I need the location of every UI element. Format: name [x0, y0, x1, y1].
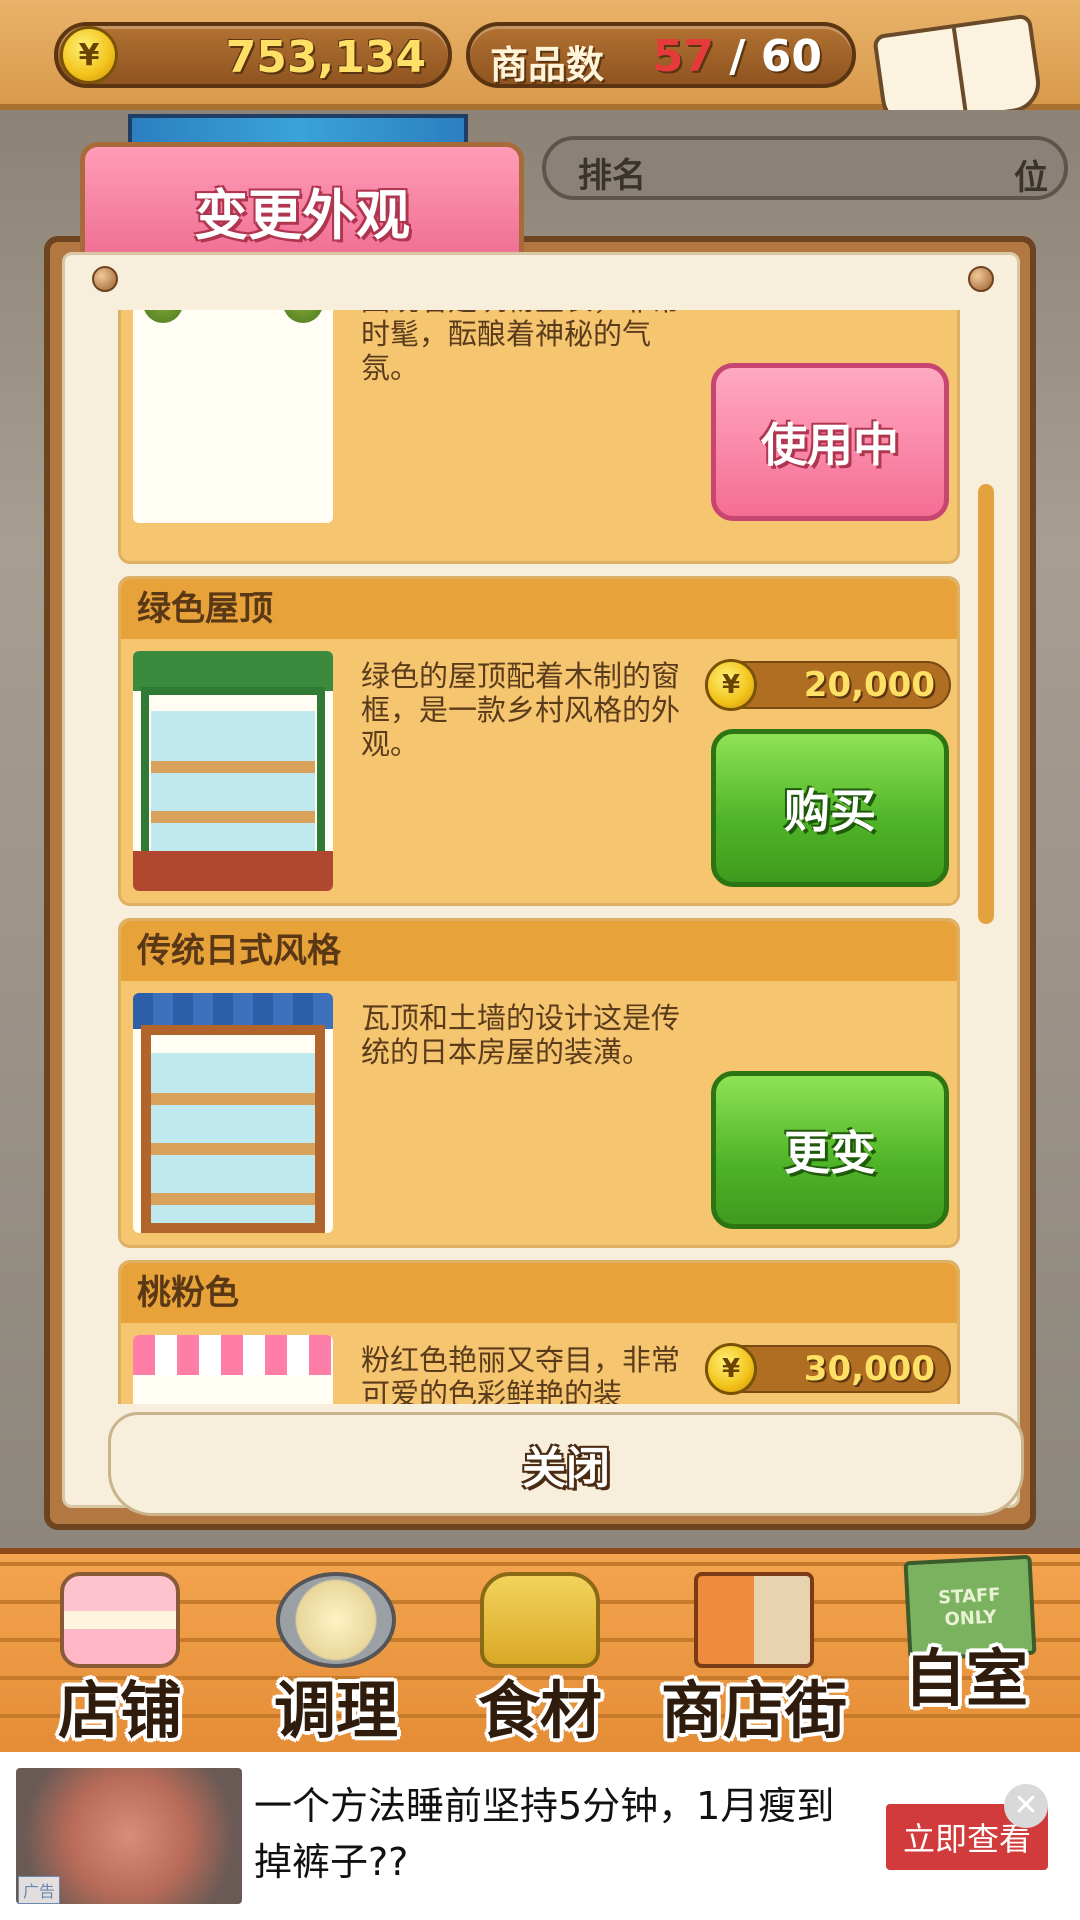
item-name: 传统日式风格 — [121, 921, 957, 981]
nav-label: 店铺 — [57, 1674, 182, 1747]
list-item: 绿色屋顶 绿色的屋顶配着木制的窗框，是一款乡村风格的外观。 ¥ 20,000 购… — [118, 576, 960, 906]
mixing-bowl-icon — [276, 1572, 396, 1668]
tile-roof-icon — [133, 993, 333, 1029]
goods-label: 商品数 — [490, 43, 605, 87]
list-item: 传统日式风格 瓦顶和土墙的设计这是传统的日本房屋的装潢。 更变 — [118, 918, 960, 1248]
shelf — [151, 811, 315, 823]
ad-text: 一个方法睡前坚持5分钟，1月瘦到掉裤子?? — [254, 1784, 835, 1884]
nav-ingredients[interactable]: 食材 — [440, 1554, 640, 1758]
pin-icon — [968, 266, 994, 292]
flour-sack-icon — [480, 1572, 600, 1668]
ivy-shop-thumbnail — [133, 310, 333, 523]
goods-count: 57 / 60 — [653, 31, 822, 82]
item-description: 粉红色艳丽又夺目，非常可爱的色彩鲜艳的装 — [361, 1343, 681, 1404]
item-description: 绿色的屋顶配着木制的窗框，是一款乡村风格的外观。 — [361, 659, 681, 761]
item-description: 瓦顶和土墙的设计这是传统的日本房屋的装潢。 — [361, 1001, 681, 1069]
nav-label: 商店街 — [660, 1674, 847, 1747]
ranking-unit: 位 — [1014, 158, 1048, 198]
appearance-list[interactable]: 围绕着建筑物生长，非常时髦，酝酿着神秘的气氛。 使用中 绿色屋顶 绿色的屋顶配着… — [112, 310, 966, 1404]
nav-label: 食材 — [477, 1674, 602, 1747]
staff-only-text: STAFF ONLY — [937, 1584, 1002, 1631]
pin-icon — [92, 266, 118, 292]
green-roof-shop-thumbnail — [133, 651, 333, 891]
price-tag: ¥ 30,000 — [705, 1343, 951, 1395]
panel-title: 变更外观 — [194, 184, 410, 247]
goods-current: 57 — [652, 31, 715, 82]
ivy-leaf-icon — [283, 310, 323, 323]
panel-title-tab: 变更外观 — [80, 142, 524, 260]
goods-count-display: 商品数 57 / 60 — [466, 22, 856, 88]
nav-cook[interactable]: 调理 — [236, 1554, 436, 1758]
peach-pink-shop-thumbnail — [133, 1335, 333, 1404]
ranking-label: 排名 — [578, 156, 646, 196]
shelf — [151, 761, 315, 773]
yen-coin-icon: ¥ — [705, 1343, 757, 1395]
goods-max: 60 — [760, 31, 822, 82]
list-item: 桃粉色 粉红色艳丽又夺目，非常可爱的色彩鲜艳的装 ¥ 30,000 — [118, 1260, 960, 1404]
ranking-display: 排名 位 — [542, 136, 1068, 200]
price-value: 30,000 — [803, 1349, 935, 1389]
yen-coin-icon: ¥ — [705, 659, 757, 711]
ivy-leaf-icon — [143, 310, 183, 323]
price-tag: ¥ 20,000 — [705, 659, 951, 711]
price-value: 20,000 — [803, 665, 935, 705]
yen-coin-icon: ¥ — [60, 26, 118, 84]
buy-button[interactable]: 购买 — [711, 729, 949, 887]
in-use-button[interactable]: 使用中 — [711, 363, 949, 521]
shelf — [151, 1143, 315, 1155]
money-display: ¥ 753,134 — [54, 22, 452, 88]
item-name: 绿色屋顶 — [121, 579, 957, 639]
brick-base — [133, 851, 333, 891]
money-value: 753,134 — [225, 32, 426, 83]
shop-street-icon — [694, 1572, 814, 1668]
cake-icon — [60, 1572, 180, 1668]
nav-store[interactable]: 店铺 — [20, 1554, 220, 1758]
close-label: 关闭 — [522, 1443, 610, 1494]
nav-label: 调理 — [273, 1674, 398, 1747]
nav-my-room[interactable]: STAFF ONLY 自室 — [866, 1554, 1066, 1758]
item-name: 桃粉色 — [121, 1263, 957, 1323]
nav-shop-street[interactable]: 商店街 — [644, 1554, 864, 1758]
green-roof-icon — [133, 651, 333, 691]
pink-awning-icon — [133, 1335, 333, 1375]
nav-label: 自室 — [903, 1642, 1028, 1715]
shelf — [151, 1093, 315, 1105]
shelf — [151, 1193, 315, 1205]
goods-separator: / — [729, 31, 746, 82]
close-button[interactable]: 关闭 — [108, 1412, 1024, 1516]
ad-close-icon[interactable]: ✕ — [1004, 1784, 1048, 1828]
ad-tag: 广告 — [18, 1876, 61, 1904]
item-description: 围绕着建筑物生长，非常时髦，酝酿着神秘的气氛。 — [361, 310, 680, 385]
change-button[interactable]: 更变 — [711, 1071, 949, 1229]
japanese-style-shop-thumbnail — [133, 993, 333, 1233]
bottom-nav: 店铺 调理 食材 商店街 STAFF ONLY 自室 — [0, 1548, 1080, 1752]
scrollbar[interactable] — [978, 484, 994, 924]
ad-banner[interactable]: 广告 一个方法睡前坚持5分钟，1月瘦到掉裤子?? 立即查看 — [0, 1752, 1080, 1920]
list-item: 围绕着建筑物生长，非常时髦，酝酿着神秘的气氛。 使用中 — [118, 310, 960, 564]
